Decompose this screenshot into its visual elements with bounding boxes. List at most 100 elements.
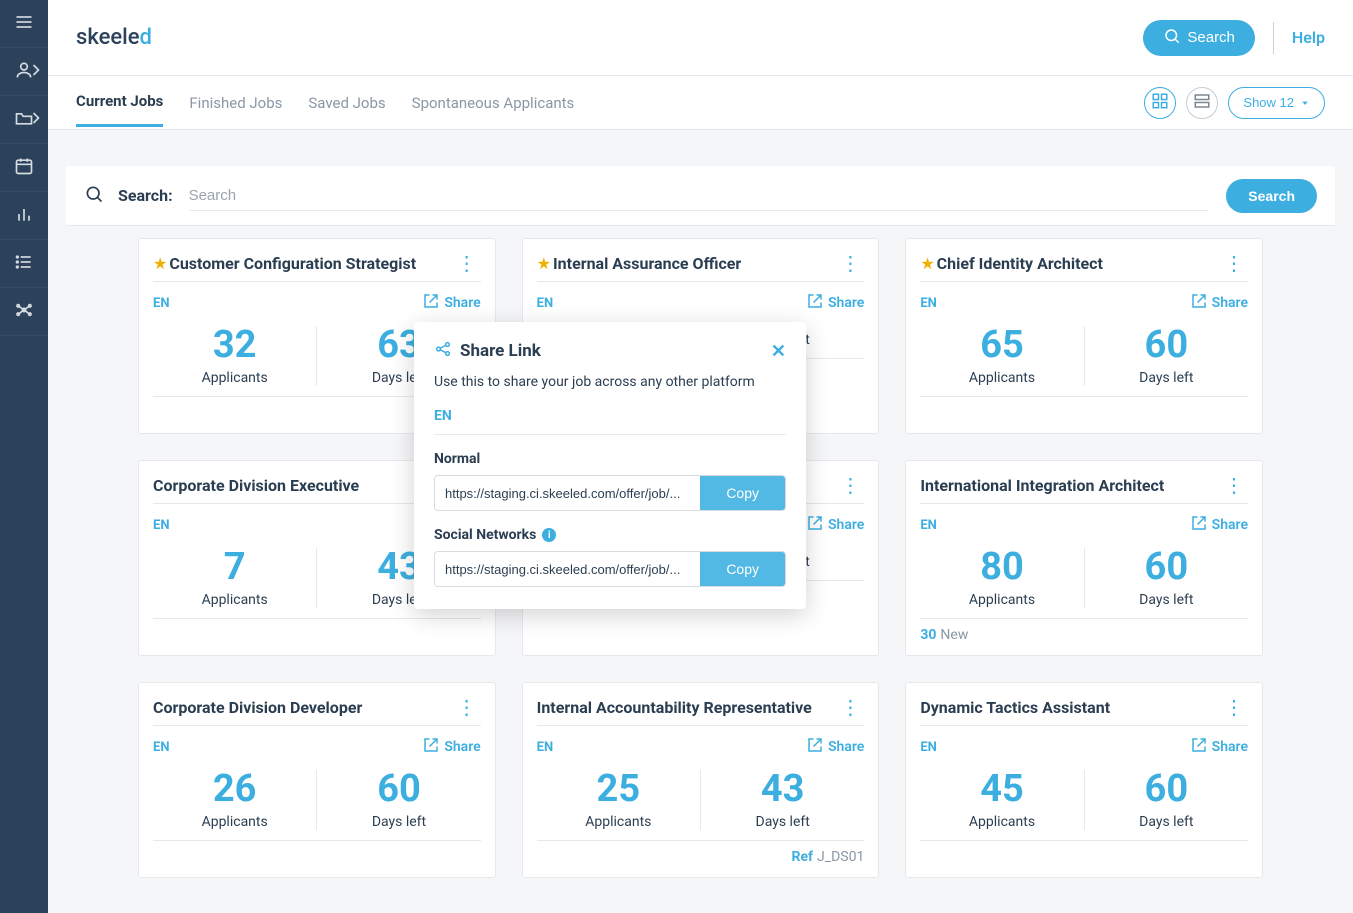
modal-social-url[interactable] <box>435 552 700 586</box>
tab-row: Current Jobs Finished Jobs Saved Jobs Sp… <box>48 76 1353 130</box>
job-card-menu[interactable]: ⋮ <box>1220 475 1248 495</box>
external-link-icon <box>422 292 440 314</box>
applicants-label: Applicants <box>537 814 700 830</box>
job-share-label: Share <box>1212 295 1248 311</box>
job-share-button[interactable]: Share <box>806 514 864 536</box>
job-card-footer <box>153 619 481 645</box>
search-input[interactable] <box>189 181 1209 211</box>
job-card[interactable]: ★Chief Identity Architect⋮ENShare65Appli… <box>905 238 1263 434</box>
job-card-menu[interactable]: ⋮ <box>1220 697 1248 717</box>
modal-close-button[interactable]: ✕ <box>771 341 786 362</box>
job-card-menu[interactable]: ⋮ <box>836 697 864 717</box>
view-grid-toggle[interactable] <box>1144 87 1176 119</box>
external-link-icon <box>1190 514 1208 536</box>
job-card-menu[interactable]: ⋮ <box>1220 253 1248 273</box>
modal-social-label: Social Networks i <box>434 527 786 543</box>
star-icon: ★ <box>920 254 934 273</box>
job-share-label: Share <box>1212 739 1248 755</box>
hamburger-icon <box>14 12 34 36</box>
logo: skeeled <box>76 25 152 50</box>
days-left-label: Days left <box>1085 592 1248 608</box>
sidebar-menu[interactable] <box>0 0 48 48</box>
job-card[interactable]: Dynamic Tactics Assistant⋮ENShare45Appli… <box>905 682 1263 878</box>
modal-normal-url[interactable] <box>435 476 700 510</box>
job-lang: EN <box>537 740 554 755</box>
job-card-menu[interactable]: ⋮ <box>836 253 864 273</box>
job-lang: EN <box>920 740 937 755</box>
help-link[interactable]: Help <box>1292 28 1325 47</box>
job-share-button[interactable]: Share <box>806 736 864 758</box>
external-link-icon <box>806 736 824 758</box>
search-icon <box>1163 27 1181 49</box>
tab-saved-jobs[interactable]: Saved Jobs <box>308 80 385 126</box>
applicants-count: 7 <box>153 548 316 586</box>
logo-accent: d <box>140 25 152 50</box>
sidebar-integrations[interactable] <box>0 288 48 336</box>
job-share-button[interactable]: Share <box>422 736 480 758</box>
ref-label: Ref <box>792 849 814 867</box>
job-card-menu[interactable]: ⋮ <box>453 697 481 717</box>
global-search-button[interactable]: Search <box>1143 20 1255 56</box>
new-label: New <box>940 627 968 645</box>
job-card-footer: RefJ_DS01 <box>537 841 865 867</box>
global-search-label: Search <box>1187 29 1235 46</box>
calendar-icon <box>14 156 34 180</box>
modal-social-copy-button[interactable]: Copy <box>700 552 785 586</box>
job-card[interactable]: Corporate Division Developer⋮ENShare26Ap… <box>138 682 496 878</box>
days-left-count: 60 <box>1085 770 1248 808</box>
modal-normal-row: Copy <box>434 475 786 511</box>
applicants-count: 26 <box>153 770 316 808</box>
job-card-menu[interactable]: ⋮ <box>453 253 481 273</box>
share-link-modal: Share Link ✕ Use this to share your job … <box>414 322 806 609</box>
chevron-right-icon <box>26 108 46 132</box>
job-card[interactable]: International Integration Architect⋮ENSh… <box>905 460 1263 656</box>
view-list-toggle[interactable] <box>1186 87 1218 119</box>
job-share-label: Share <box>828 295 864 311</box>
show-count-dropdown[interactable]: Show 12 <box>1228 87 1325 119</box>
job-lang: EN <box>920 518 937 533</box>
tab-current-jobs[interactable]: Current Jobs <box>76 78 163 127</box>
sidebar-list[interactable] <box>0 240 48 288</box>
days-left-count: 60 <box>1085 548 1248 586</box>
list-icon <box>14 252 34 276</box>
job-share-label: Share <box>444 295 480 311</box>
applicants-label: Applicants <box>153 592 316 608</box>
sidebar-analytics[interactable] <box>0 192 48 240</box>
external-link-icon <box>422 736 440 758</box>
job-share-button[interactable]: Share <box>1190 514 1248 536</box>
job-card-footer <box>920 841 1248 867</box>
external-link-icon <box>806 292 824 314</box>
modal-lang-tab[interactable]: EN <box>434 408 786 435</box>
job-stats: 80Applicants60Days left <box>920 542 1248 619</box>
job-card[interactable]: Internal Accountability Representative⋮E… <box>522 682 880 878</box>
external-link-icon <box>806 514 824 536</box>
days-left-count: 60 <box>317 770 480 808</box>
job-lang: EN <box>153 518 170 533</box>
sidebar-jobs[interactable] <box>0 96 48 144</box>
tab-spontaneous-applicants[interactable]: Spontaneous Applicants <box>412 80 575 126</box>
job-card-footer <box>920 397 1248 423</box>
job-share-button[interactable]: Share <box>422 292 480 314</box>
modal-normal-copy-button[interactable]: Copy <box>700 476 785 510</box>
job-title: Internal Assurance Officer <box>553 254 836 273</box>
job-share-button[interactable]: Share <box>1190 736 1248 758</box>
modal-social-row: Copy <box>434 551 786 587</box>
modal-social-label-text: Social Networks <box>434 527 536 543</box>
applicants-label: Applicants <box>153 370 316 386</box>
close-icon: ✕ <box>771 341 786 362</box>
info-icon[interactable]: i <box>542 528 556 542</box>
job-card-menu[interactable]: ⋮ <box>836 475 864 495</box>
sidebar <box>0 0 48 913</box>
job-share-button[interactable]: Share <box>1190 292 1248 314</box>
ref-value: J_DS01 <box>817 849 864 867</box>
search-submit-button[interactable]: Search <box>1226 179 1317 213</box>
days-left-label: Days left <box>1085 370 1248 386</box>
days-left-label: Days left <box>317 814 480 830</box>
job-stats: 26Applicants60Days left <box>153 764 481 841</box>
tab-finished-jobs[interactable]: Finished Jobs <box>189 80 282 126</box>
sidebar-candidates[interactable] <box>0 48 48 96</box>
sidebar-calendar[interactable] <box>0 144 48 192</box>
new-count: 30 <box>920 627 936 645</box>
search-bar: Search: Search <box>66 166 1335 226</box>
job-share-button[interactable]: Share <box>806 292 864 314</box>
